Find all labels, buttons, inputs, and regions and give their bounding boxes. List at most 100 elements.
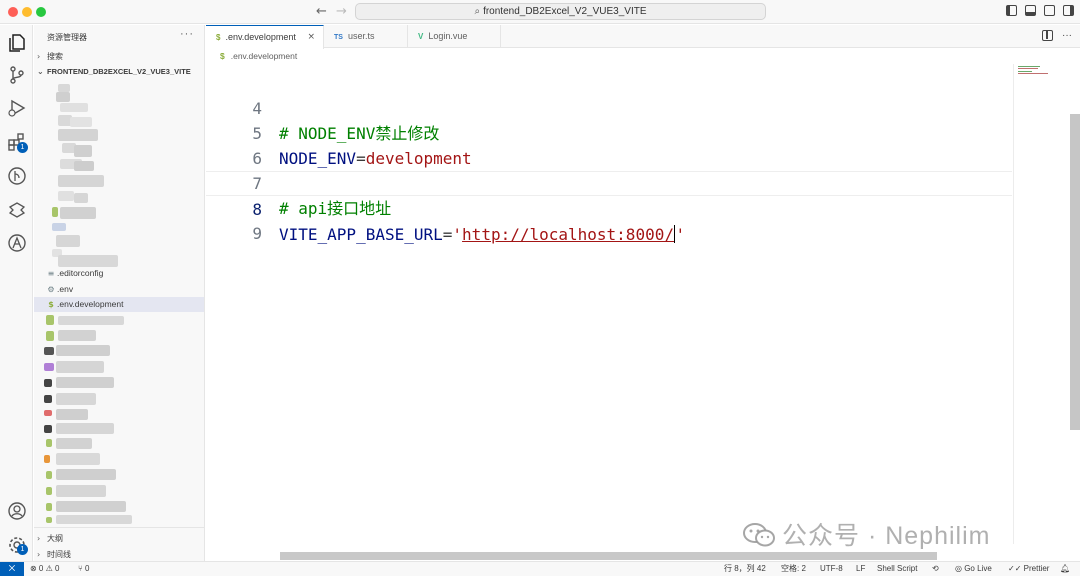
cursor-position-status[interactable]: 行 8，列 42	[724, 562, 766, 576]
redacted-file-entry	[44, 379, 52, 387]
vscode-window: ← → ⌕ frontend_DB2Excel_V2_VUE3_VITE 1 1…	[0, 0, 1080, 576]
command-center[interactable]: ⌕ frontend_DB2Excel_V2_VUE3_VITE	[355, 3, 766, 20]
redacted-file-entry	[46, 487, 52, 495]
command-center-label: frontend_DB2Excel_V2_VUE3_VITE	[483, 6, 647, 17]
redacted-file-entry	[46, 439, 52, 447]
shell-dollar-icon: $	[220, 51, 225, 61]
eol-status[interactable]: LF	[856, 562, 865, 576]
close-window-button[interactable]	[8, 7, 18, 17]
source-control-icon[interactable]	[7, 65, 27, 85]
settings-badge: 1	[17, 544, 28, 555]
editor-actions: ···	[1042, 30, 1072, 41]
redacted-file-entry	[56, 453, 100, 465]
ports-status[interactable]: ⑂ 0	[78, 562, 89, 576]
env-key: VITE_APP_BASE_URL	[279, 225, 443, 244]
vertical-scrollbar[interactable]	[1070, 114, 1080, 430]
sync-icon[interactable]: ⟲	[932, 562, 939, 576]
tab-user-ts[interactable]: TS user.ts	[324, 25, 408, 48]
customize-layout-icon[interactable]	[1063, 5, 1074, 16]
toggle-panel-icon[interactable]	[1025, 5, 1036, 16]
close-icon[interactable]: ×	[307, 26, 315, 49]
anthropic-icon[interactable]	[7, 233, 27, 253]
chevron-right-icon: ›	[37, 534, 41, 543]
redacted-file-entry	[44, 347, 54, 355]
extensions-badge: 1	[17, 142, 28, 153]
redacted-file-entry	[56, 469, 116, 480]
redacted-file-entry	[56, 345, 110, 356]
chevron-down-icon: ⌄	[37, 67, 44, 76]
line-number: 9	[252, 224, 262, 243]
equals-operator: =	[442, 225, 453, 244]
url-link[interactable]: http://localhost:8000/	[462, 225, 674, 244]
breadcrumb[interactable]: $ .env.development	[206, 49, 297, 64]
redacted-file-entry	[56, 438, 92, 449]
arrow-right-icon[interactable]: →	[336, 4, 347, 19]
breadcrumb-label: .env.development	[230, 51, 298, 61]
split-editor-icon[interactable]	[1042, 30, 1053, 41]
search-icon: ⌕	[474, 6, 481, 17]
redacted-file-entry	[56, 501, 126, 512]
prettier-label: Prettier	[1023, 564, 1050, 573]
tab-label: Login.vue	[428, 31, 468, 41]
gear-icon: ⚙	[47, 285, 55, 294]
file-label: .env	[57, 284, 74, 294]
remote-icon[interactable]: ⨉	[0, 562, 24, 576]
divider	[34, 527, 204, 528]
file-env-development[interactable]: $ .env.development	[34, 297, 204, 312]
explorer-icon[interactable]	[7, 33, 27, 53]
code-line: 4 # NODE_ENV禁止修改	[206, 71, 1012, 143]
tab-env-development[interactable]: $ .env.development ×	[206, 25, 324, 49]
quote: '	[452, 225, 463, 244]
redacted-file-entry	[56, 423, 114, 434]
prettier-button[interactable]: ✓✓ Prettier	[1008, 562, 1049, 576]
sidebar-title: 资源管理器	[47, 33, 87, 42]
go-live-label: Go Live	[964, 564, 992, 573]
go-live-button[interactable]: ◎ Go Live	[955, 562, 992, 576]
minimap-line	[1018, 68, 1038, 69]
encoding-status[interactable]: UTF-8	[820, 562, 843, 576]
problems-status[interactable]: ⊗ 0 ⚠ 0	[30, 562, 59, 576]
minimize-window-button[interactable]	[22, 7, 32, 17]
code-editor[interactable]: 4 # NODE_ENV禁止修改 5 NODE_ENV=development …	[206, 66, 1012, 546]
redacted-file-entry	[46, 503, 52, 511]
timeline-section-header[interactable]: › 时间线	[37, 549, 71, 560]
code-line: 9	[206, 196, 1012, 243]
tailwind-icon[interactable]	[7, 200, 27, 220]
horizontal-scrollbar[interactable]	[280, 552, 937, 560]
indentation-status[interactable]: 空格: 2	[781, 562, 806, 576]
code-line: 7 # api接口地址	[206, 146, 1012, 218]
minimap-line	[1018, 66, 1040, 67]
gitlens-icon[interactable]	[7, 166, 27, 186]
toggle-primary-sidebar-icon[interactable]	[1006, 5, 1017, 16]
activity-bar: 1 1	[0, 25, 33, 561]
outline-section-header[interactable]: › 大纲	[37, 533, 63, 544]
search-section-header[interactable]: › 搜索	[37, 51, 63, 62]
zoom-window-button[interactable]	[36, 7, 46, 17]
file-editorconfig[interactable]: ≡ .editorconfig	[34, 266, 204, 281]
minimap[interactable]	[1013, 64, 1069, 544]
broadcast-icon: ◎	[955, 564, 965, 573]
typescript-icon: TS	[334, 34, 343, 41]
run-debug-icon[interactable]	[7, 98, 27, 118]
minimap-line	[1018, 71, 1032, 72]
notifications-bell-icon[interactable]: 🔔︎	[1060, 562, 1070, 576]
arrow-left-icon[interactable]: ←	[316, 4, 327, 19]
redacted-file-entry	[56, 92, 70, 102]
redacted-file-entry	[56, 485, 106, 497]
redacted-file-entry	[74, 145, 92, 157]
redacted-file-entry	[60, 103, 88, 112]
more-actions-icon[interactable]: ···	[1062, 30, 1072, 41]
language-mode-status[interactable]: Shell Script	[877, 562, 917, 576]
file-env[interactable]: ⚙ .env	[34, 282, 204, 297]
toggle-secondary-sidebar-icon[interactable]	[1044, 5, 1055, 16]
minimap-line	[1018, 73, 1048, 74]
tab-login-vue[interactable]: V Login.vue	[408, 25, 501, 48]
watermark: 公众号 · Nephilim	[742, 516, 990, 552]
more-actions-button[interactable]: ···	[180, 28, 194, 40]
project-folder-header[interactable]: ⌄ FRONTEND_DB2EXCEL_V2_VUE3_VITE	[37, 67, 191, 76]
redacted-file-entry	[74, 193, 88, 203]
redacted-file-entry	[58, 175, 104, 187]
file-lines-icon: ≡	[47, 269, 55, 278]
redacted-file-entry	[46, 331, 54, 341]
accounts-icon[interactable]	[7, 501, 27, 521]
